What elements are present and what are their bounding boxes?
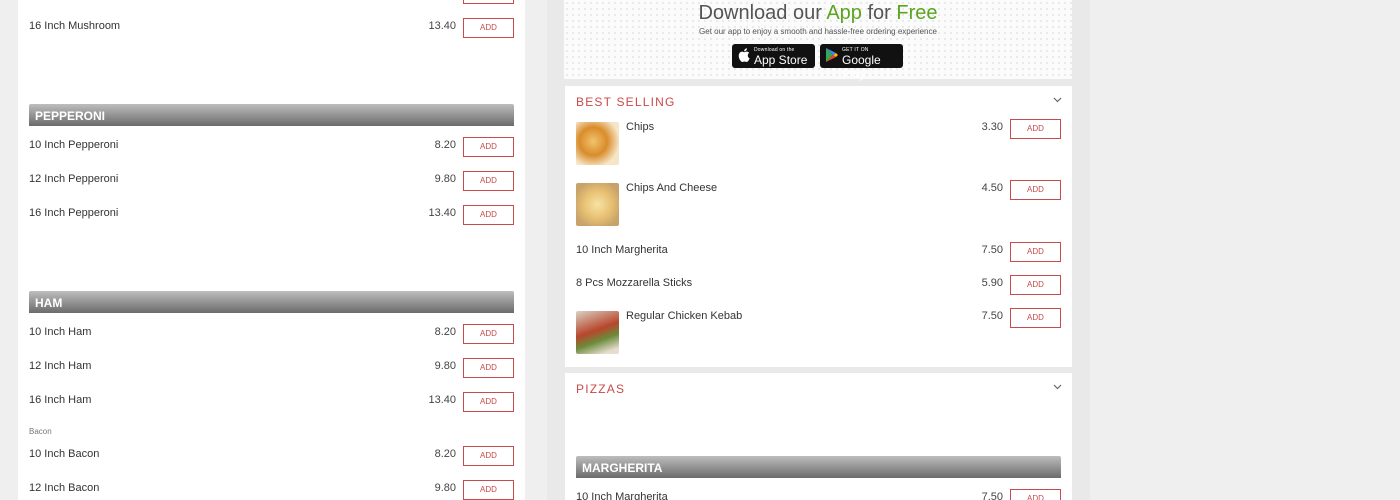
- item-price: 8.20: [434, 139, 456, 151]
- item-price: 9.80: [434, 360, 456, 372]
- item-name: 16 Inch Pepperoni: [29, 207, 119, 219]
- item-price: 8.20: [434, 448, 456, 460]
- menu-item-row: 12 Inch Ham 9.80 ADD: [29, 358, 514, 381]
- add-button[interactable]: ADD: [463, 358, 514, 378]
- add-button[interactable]: ADD: [463, 392, 514, 412]
- menu-item-row: Chips 3.30 ADD: [576, 119, 1061, 142]
- menu-item-row: Regular Chicken Kebab 7.50 ADD: [576, 308, 1061, 331]
- add-button[interactable]: ADD: [463, 446, 514, 466]
- item-price: 13.40: [428, 394, 456, 406]
- add-button[interactable]: ADD: [1010, 180, 1061, 200]
- menu-item-row: 12 Inch Bacon 9.80 ADD: [29, 480, 514, 500]
- item-price: 7.50: [981, 491, 1003, 500]
- add-button[interactable]: ADD: [463, 480, 514, 500]
- item-name: Chips: [626, 121, 655, 133]
- menu-item-row: Chips And Cheese 4.50 ADD: [576, 180, 1061, 203]
- menu-item-row: 10 Inch Margherita 7.50 ADD: [576, 489, 1061, 500]
- item-price: 8.20: [434, 326, 456, 338]
- item-name: 12 Inch Bacon: [29, 482, 100, 494]
- add-button[interactable]: ADD: [463, 18, 514, 38]
- subcategory-label: Bacon: [29, 427, 52, 436]
- chevron-down-icon[interactable]: [1053, 382, 1062, 393]
- title-free-text: Free: [896, 2, 938, 24]
- menu-item-row: 10 Inch Bacon 8.20 ADD: [29, 446, 514, 469]
- item-price: 9.80: [434, 173, 456, 185]
- add-button[interactable]: ADD: [463, 0, 514, 4]
- title-app-text: App: [826, 2, 862, 24]
- title-text: for: [861, 2, 897, 24]
- item-price: 7.50: [981, 310, 1003, 322]
- item-price: 5.90: [981, 277, 1003, 289]
- app-banner-title: Download our App for Free: [564, 2, 1072, 25]
- item-name: 10 Inch Ham: [29, 326, 92, 338]
- item-price: 7.50: [981, 244, 1003, 256]
- add-button[interactable]: ADD: [463, 137, 514, 157]
- menu-item-row: 10 Inch Pepperoni 8.20 ADD: [29, 137, 514, 160]
- item-name: 12 Inch Ham: [29, 360, 92, 372]
- apple-icon: [738, 48, 750, 65]
- add-button[interactable]: ADD: [1010, 489, 1061, 500]
- item-name: 10 Inch Bacon: [29, 448, 100, 460]
- item-name: 10 Inch Pepperoni: [29, 139, 119, 151]
- menu-item-row: 12 Inch Pepperoni 9.80 ADD: [29, 171, 514, 194]
- menu-item-row: 8 Pcs Mozzarella Sticks 5.90 ADD: [576, 275, 1061, 298]
- add-button[interactable]: ADD: [463, 324, 514, 344]
- item-name: 10 Inch Margherita: [576, 244, 668, 256]
- menu-item-row: 16 Inch Mushroom 13.40 ADD: [29, 18, 514, 41]
- item-price: 13.40: [428, 207, 456, 219]
- add-button[interactable]: ADD: [463, 205, 514, 225]
- menu-right-column: Download our App for Free Get our app to…: [547, 0, 1090, 500]
- google-play-button[interactable]: GET IT ON Google Play: [820, 44, 903, 81]
- item-price: 3.30: [981, 121, 1003, 133]
- category-header-margherita: MARGHERITA: [576, 456, 1061, 478]
- menu-left-column: ADD 16 Inch Mushroom 13.40 ADD PEPPERONI…: [18, 0, 525, 500]
- category-header-pepperoni: PEPPERONI: [29, 104, 514, 126]
- item-name: Chips And Cheese: [626, 182, 718, 194]
- best-selling-section: BEST SELLING Chips 3.30 ADD Chips And Ch…: [565, 86, 1072, 367]
- item-name: Regular Chicken Kebab: [626, 310, 743, 322]
- add-button[interactable]: ADD: [463, 171, 514, 191]
- add-button[interactable]: ADD: [1010, 308, 1061, 328]
- menu-item-row: 10 Inch Ham 8.20 ADD: [29, 324, 514, 347]
- add-button[interactable]: ADD: [1010, 242, 1061, 262]
- item-name: 8 Pcs Mozzarella Sticks: [576, 277, 693, 289]
- title-text: Download our: [698, 2, 827, 24]
- menu-item-row: 10 Inch Margherita 7.50 ADD: [576, 242, 1061, 265]
- menu-item-row: 16 Inch Ham 13.40 ADD: [29, 392, 514, 415]
- menu-item-row: 16 Inch Pepperoni 13.40 ADD: [29, 205, 514, 228]
- item-price: 9.80: [434, 482, 456, 494]
- item-price: 4.50: [981, 182, 1003, 194]
- app-banner-subtitle: Get our app to enjoy a smooth and hassle…: [699, 27, 937, 36]
- add-button[interactable]: ADD: [1010, 119, 1061, 139]
- pizzas-title[interactable]: PIZZAS: [576, 382, 625, 396]
- chevron-down-icon[interactable]: [1053, 95, 1062, 106]
- app-store-button[interactable]: Download on the App Store: [732, 44, 815, 68]
- item-price: 13.40: [428, 20, 456, 32]
- best-selling-title[interactable]: BEST SELLING: [576, 95, 676, 109]
- item-name: 10 Inch Margherita: [576, 491, 668, 500]
- add-button[interactable]: ADD: [1010, 275, 1061, 295]
- appstore-big-text: App Store: [754, 53, 808, 67]
- category-header-ham: HAM: [29, 291, 514, 313]
- google-play-icon: [826, 48, 838, 65]
- item-name: 12 Inch Pepperoni: [29, 173, 119, 185]
- menu-page: ADD 16 Inch Mushroom 13.40 ADD PEPPERONI…: [0, 0, 1400, 500]
- app-download-banner: Download our App for Free Get our app to…: [564, 0, 1072, 81]
- item-name: 16 Inch Mushroom: [29, 20, 121, 32]
- pizzas-section: PIZZAS MARGHERITA 10 Inch Margherita 7.5…: [565, 373, 1072, 500]
- item-name: 16 Inch Ham: [29, 394, 92, 406]
- googleplay-big-text: Google Play: [842, 53, 881, 81]
